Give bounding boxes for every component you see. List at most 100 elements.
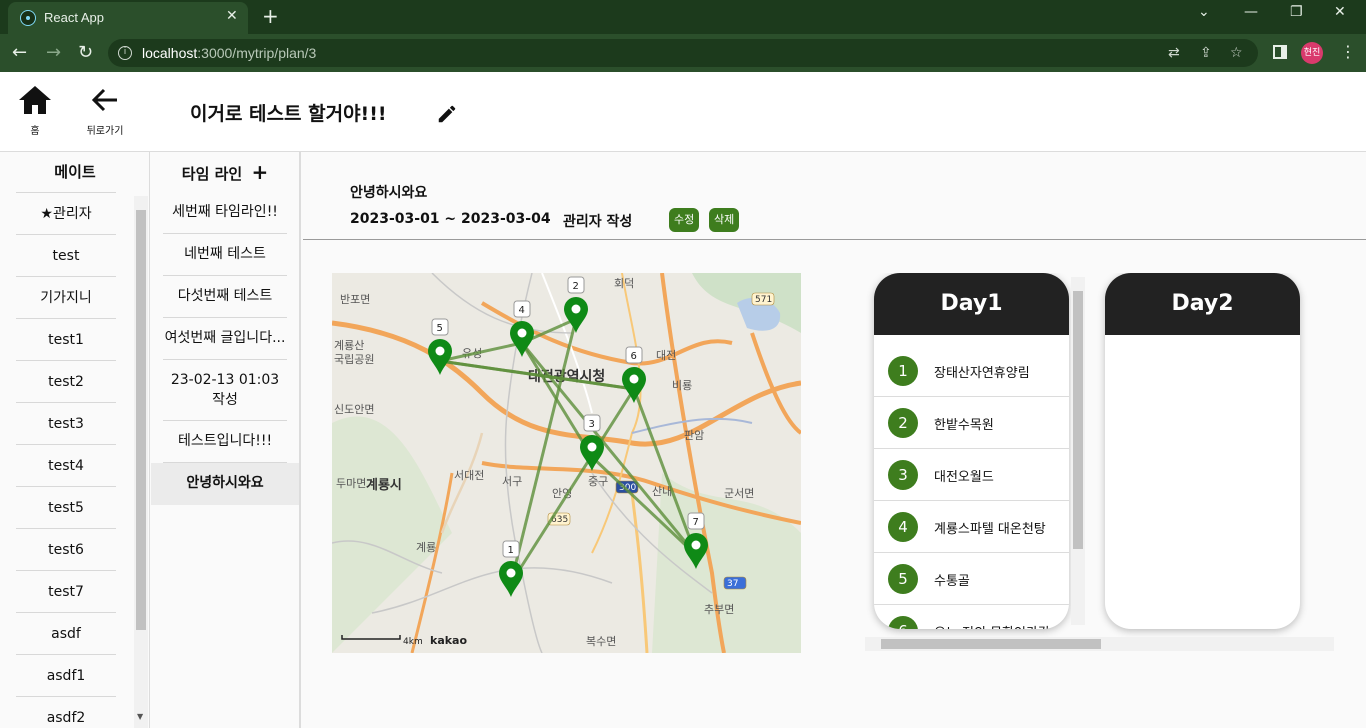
minimize-icon[interactable]: — [1244,4,1258,20]
mate-name: test3 [48,416,84,432]
map-canvas[interactable]: 반포면계룡산국립공원 유성대전광역시청대전비룡신도안면판암서대전 서구 중구산내계룡시… [332,273,801,653]
reload-icon[interactable]: ↻ [78,42,93,63]
day-stop-list [1105,335,1300,345]
mate-item[interactable]: test7 [16,570,116,612]
day-scrollbar[interactable] [1071,277,1085,625]
timeline-panel: 타임 라인 + 세번째 타임라인!! 네번째 테스트 다섯번째 테스트 여섯번째 글입… [151,152,301,728]
mate-item[interactable]: test3 [16,402,116,444]
new-tab-icon[interactable]: + [262,4,279,28]
map-place-label: 대전 [656,349,676,362]
stop-item[interactable]: 1 장태산자연휴양림 [874,345,1069,397]
route-map[interactable]: 반포면 계룡산 국립공원 유성 대전광역시청 대전 비룡 신도안면 판암 서대전 서구 중구 산내 계룡시… [332,273,801,653]
map-place-label: 군서면 [724,487,754,500]
stop-item[interactable]: 6 오노 전의 목학인카각 [874,605,1069,629]
timeline-item[interactable]: 23-02-13 01:03 작성 [163,360,287,421]
mate-name: test6 [48,542,84,558]
translate-icon[interactable]: ⇄ [1168,45,1180,61]
map-marker-label: 6 [631,351,637,362]
share-icon[interactable]: ⇪ [1200,45,1212,61]
map-attribution: kakao [430,634,467,647]
stop-number-badge: 1 [888,356,918,386]
menu-kebab-icon[interactable]: ⋮ [1340,42,1356,61]
mate-item[interactable]: test6 [16,528,116,570]
scroll-down-icon[interactable]: ▼ [137,712,143,721]
mate-item[interactable]: test4 [16,444,116,486]
forward-arrow-icon[interactable]: → [46,42,61,63]
timeline-item[interactable]: 다섯번째 테스트 [163,276,287,318]
mate-item[interactable]: ★관리자 [16,192,116,234]
map-place-label: 국립공원 [334,353,374,366]
side-panel-icon[interactable] [1273,45,1287,59]
info-icon[interactable]: i [118,46,132,60]
timeline-item[interactable]: 여섯번째 글입니다... [163,318,287,360]
mate-name: test5 [48,500,84,516]
map-place-label: 복수면 [586,635,616,648]
tab-close-icon[interactable]: ✕ [226,8,238,24]
map-place-label: 반포면 [340,293,370,306]
stop-item[interactable]: 2 한밭수목원 [874,397,1069,449]
stop-number-badge: 5 [888,564,918,594]
days-carousel: Day1 1 장태산자연휴양림 2 한밭수목원 3 대전오월드 4 계룡스파텔 대온천탕 5 수통골… [865,273,1334,653]
mate-item[interactable]: asdf [16,612,116,654]
stop-number-badge: 2 [888,408,918,438]
day-title: Day1 [874,273,1069,335]
profile-avatar[interactable]: 현진 [1301,42,1323,64]
edit-button[interactable]: 수정 [669,208,700,232]
timeline-item[interactable]: 세번째 타임라인!! [163,192,287,234]
plan-author: 관리자 작성 [563,214,633,230]
mate-name: test [52,248,80,264]
address-bar[interactable]: i localhost:3000/mytrip/plan/3 ⇄ ⇪ ☆ [108,39,1258,67]
timeline-item[interactable]: 테스트입니다!!! [163,421,287,463]
mate-name: test2 [48,374,84,390]
mate-item[interactable]: test2 [16,360,116,402]
stop-item[interactable]: 3 대전오월드 [874,449,1069,501]
window-close-icon[interactable]: ✕ [1334,4,1346,20]
days-horizontal-thumb[interactable] [881,639,1101,649]
stop-name: 대전오월드 [934,470,994,485]
browser-tabbar: React App ✕ + ⌄ — ❐ ✕ [0,0,1366,34]
mate-name: 기가지니 [40,290,92,306]
mate-name: test7 [48,584,84,600]
mate-item[interactable]: test5 [16,486,116,528]
timeline-item[interactable]: 네번째 테스트 [163,234,287,276]
day-scroll-thumb[interactable] [1073,291,1083,549]
mate-item[interactable]: 기가지니 [16,276,116,318]
stop-number-badge: 4 [888,512,918,542]
timeline-title-text: 타임 라인 [181,165,243,183]
map-place-label: 서대전 [454,469,484,482]
bookmark-star-icon[interactable]: ☆ [1230,45,1243,61]
mate-name: test1 [48,332,84,348]
mate-scrollbar[interactable] [134,196,148,728]
add-timeline-icon[interactable]: + [251,160,268,184]
days-horizontal-scrollbar[interactable] [865,637,1334,651]
maximize-icon[interactable]: ❐ [1290,4,1303,20]
home-button[interactable]: 홈 [16,84,54,137]
mate-item[interactable]: asdf2 [16,696,116,728]
back-arrow-icon[interactable]: ← [12,42,27,63]
home-icon [19,86,51,114]
map-place-label: 두마면 [336,477,366,490]
mate-name: asdf2 [46,710,86,726]
app-header: 홈 뒤로가기 이거로 테스트 할거야!!! [0,72,1366,152]
mate-item[interactable]: asdf1 [16,654,116,696]
svg-text:37: 37 [727,579,738,589]
map-place-label: 추부면 [704,603,734,616]
delete-button[interactable]: 삭제 [709,208,740,232]
timeline-item[interactable]: 안녕하시와요 [151,463,299,505]
stop-number-badge: 6 [888,616,918,629]
mate-item[interactable]: test1 [16,318,116,360]
map-place-label: 신도안면 [334,403,374,416]
browser-tab[interactable]: React App ✕ [8,2,248,34]
stop-item[interactable]: 5 수통골 [874,553,1069,605]
day-card: Day1 1 장태산자연휴양림 2 한밭수목원 3 대전오월드 4 계룡스파텔 대온천탕 5 수통골… [874,273,1069,629]
back-button[interactable]: 뒤로가기 [80,84,130,137]
mate-item[interactable]: test [16,234,116,276]
map-marker-label: 1 [508,545,514,556]
mate-scroll-thumb[interactable] [136,210,146,630]
url-host: localhost [142,45,198,61]
map-place-label: 비룡 [672,379,692,392]
tab-search-icon[interactable]: ⌄ [1198,4,1210,20]
stop-name: 수통골 [934,574,970,589]
stop-item[interactable]: 4 계룡스파텔 대온천탕 [874,501,1069,553]
pencil-icon[interactable] [436,103,458,125]
